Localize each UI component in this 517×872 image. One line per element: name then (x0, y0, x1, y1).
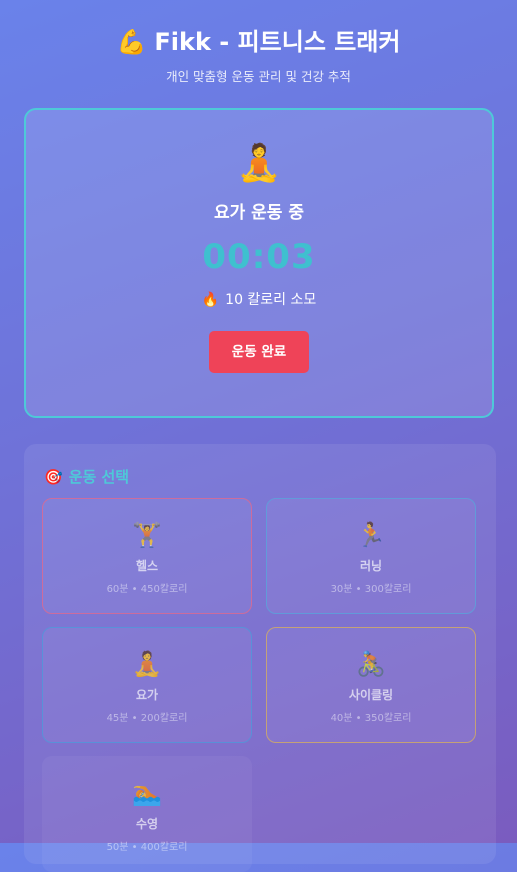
running-icon: 🏃 (356, 521, 386, 549)
workout-card-cycling[interactable]: 🚴 사이클링 40분 • 350칼로리 (266, 627, 476, 743)
workout-meta: 50분 • 400칼로리 (106, 842, 188, 853)
fire-icon: 🔥 (201, 292, 220, 308)
app-title-text: Fikk - 피트니스 트래커 (154, 28, 401, 56)
swimming-icon: 🏊 (132, 779, 162, 807)
app-subtitle: 개인 맞춤형 운동 관리 및 건강 추적 (166, 69, 351, 84)
target-icon: 🎯 (44, 468, 63, 486)
workout-card-running[interactable]: 🏃 러닝 30분 • 300칼로리 (266, 498, 476, 614)
yoga-icon: 🧘 (236, 143, 282, 184)
workout-selection-title-text: 운동 선택 (68, 468, 130, 486)
workout-meta: 60분 • 450칼로리 (106, 584, 188, 595)
active-workout-card: 🧘 요가 운동 중 00:03 🔥 10 칼로리 소모 운동 완료 (24, 108, 494, 418)
workout-name: 사이클링 (348, 688, 394, 702)
workout-name: 러닝 (359, 559, 383, 573)
workout-selection-panel: 🎯 운동 선택 🏋️ 헬스 60분 • 450칼로리 🏃 러닝 30분 • 300… (24, 444, 496, 872)
workout-card-yoga[interactable]: 🧘 요가 45분 • 200칼로리 (42, 627, 252, 743)
flexed-biceps-icon: 💪 (116, 28, 147, 56)
active-workout-label: 요가 운동 중 (213, 203, 305, 223)
workout-card-gym[interactable]: 🏋️ 헬스 60분 • 450칼로리 (42, 498, 252, 614)
workout-selection-title: 🎯 운동 선택 (44, 466, 129, 487)
workout-name: 헬스 (135, 559, 159, 573)
calories-burned: 🔥 10 칼로리 소모 (26, 289, 492, 309)
yoga-icon: 🧘 (132, 650, 162, 678)
workout-card-swimming[interactable]: 🏊 수영 50분 • 400칼로리 (42, 756, 252, 872)
weightlifting-icon: 🏋️ (132, 521, 162, 549)
cycling-icon: 🚴 (356, 650, 386, 678)
app-title: 💪 Fikk - 피트니스 트래커 (0, 26, 517, 58)
calories-text: 10 칼로리 소모 (225, 292, 317, 308)
workout-meta: 40분 • 350칼로리 (330, 713, 412, 724)
workout-name: 수영 (135, 817, 159, 831)
app-header: 💪 Fikk - 피트니스 트래커 개인 맞춤형 운동 관리 및 건강 추적 (0, 0, 517, 85)
workout-timer: 00:03 (202, 237, 316, 277)
workout-meta: 45분 • 200칼로리 (106, 713, 188, 724)
finish-workout-button[interactable]: 운동 완료 (209, 331, 309, 373)
workout-name: 요가 (135, 688, 159, 702)
workout-meta: 30분 • 300칼로리 (330, 584, 412, 595)
